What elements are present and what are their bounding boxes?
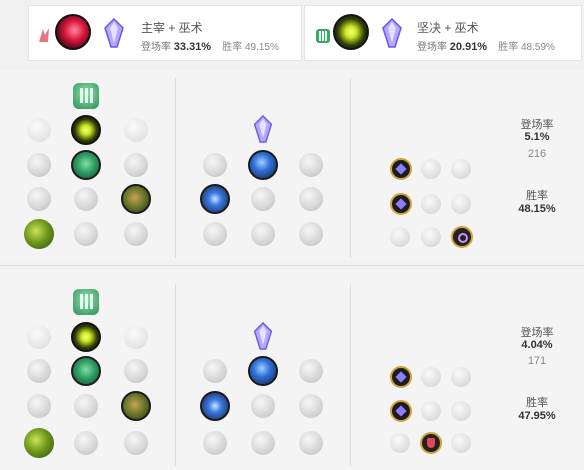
rune-page-card-domination-sorcery[interactable]: 主宰 + 巫术 登场率 33.31% 胜率 49.15% xyxy=(28,5,302,61)
win-rate-value: 49.15% xyxy=(245,42,279,53)
domination-small-icon xyxy=(37,26,51,44)
unflinching-rune-icon xyxy=(124,431,148,455)
nimbus-cloak-rune-icon xyxy=(299,359,323,383)
manaflow-band-rune-icon xyxy=(248,356,278,386)
transcendence-rune-icon xyxy=(200,391,230,421)
grasp-rune-icon xyxy=(27,325,51,349)
electrocute-icon xyxy=(55,14,91,50)
resolve-tree-icon xyxy=(73,289,99,315)
sorcery-crystal-icon xyxy=(381,18,403,48)
demolish-rune-icon xyxy=(27,153,51,177)
shield-bash-rune-icon xyxy=(124,359,148,383)
scorch-rune-icon xyxy=(203,222,227,246)
resolve-tree-icon xyxy=(73,83,99,109)
rune-page-card-resolve-sorcery[interactable]: 坚决 + 巫术 登场率 20.91% 胜率 48.59% xyxy=(304,5,582,61)
revitalize-rune-icon xyxy=(74,431,98,455)
adaptive-force-shard-icon xyxy=(390,158,412,180)
armor-shard-icon xyxy=(421,194,441,214)
pick-rate-value: 4.04% xyxy=(521,339,553,351)
font-of-life-rune-icon xyxy=(71,356,101,386)
transcendence-rune-icon xyxy=(200,184,230,214)
conditioning-rune-icon xyxy=(27,187,51,211)
pick-rate-value: 5.1% xyxy=(524,131,550,143)
ability-haste-shard-icon xyxy=(451,159,471,179)
celerity-rune-icon xyxy=(251,187,275,211)
adaptive-force-shard-icon xyxy=(390,366,412,388)
pick-rate-label: 登场率 xyxy=(520,119,554,131)
second-wind-rune-icon xyxy=(74,187,98,211)
card-stats: 登场率 33.31% 胜率 49.15% xyxy=(141,38,279,53)
card-title: 坚决 + 巫术 xyxy=(417,21,479,35)
scorch-rune-icon xyxy=(203,431,227,455)
card-title: 主宰 + 巫术 xyxy=(141,21,203,35)
pick-rate-label: 登场率 xyxy=(141,42,171,53)
overgrowth-rune-icon xyxy=(24,219,54,249)
pick-rate-label: 登场率 xyxy=(520,327,554,339)
waterwalking-rune-icon xyxy=(251,222,275,246)
adaptive-force-shard-icon xyxy=(390,400,412,422)
pick-rate-value: 20.91% xyxy=(449,41,488,53)
celerity-rune-icon xyxy=(251,394,275,418)
revitalize-rune-icon xyxy=(74,222,98,246)
aftershock-icon xyxy=(333,14,369,50)
attack-speed-shard-icon xyxy=(421,159,441,179)
win-rate-value: 47.95% xyxy=(518,410,556,422)
absolute-focus-rune-icon xyxy=(299,187,323,211)
games-count: 171 xyxy=(527,355,547,367)
armor-shard-icon xyxy=(421,227,441,247)
gathering-storm-rune-icon xyxy=(299,222,323,246)
section-divider xyxy=(0,265,584,266)
manaflow-band-rune-icon xyxy=(248,150,278,180)
magic-resist-shard-icon xyxy=(451,194,471,214)
waterwalking-rune-icon xyxy=(251,431,275,455)
rune-build-2[interactable]: 登场率 4.04% 171 胜率 47.95% xyxy=(0,270,584,470)
guardian-rune-icon xyxy=(124,118,148,142)
shield-bash-rune-icon xyxy=(124,153,148,177)
nimbus-cloak-rune-icon xyxy=(299,153,323,177)
magic-resist-shard-icon xyxy=(451,433,471,453)
grasp-rune-icon xyxy=(27,118,51,142)
nullifying-orb-rune-icon xyxy=(203,153,227,177)
conditioning-rune-icon xyxy=(27,394,51,418)
sorcery-tree-icon xyxy=(252,322,274,350)
health-shard-icon xyxy=(390,227,410,247)
second-wind-rune-icon xyxy=(74,394,98,418)
guardian-rune-icon xyxy=(124,325,148,349)
win-rate-label: 胜率 xyxy=(526,397,548,409)
gathering-storm-rune-icon xyxy=(299,431,323,455)
armor-shard-icon xyxy=(421,401,441,421)
sorcery-crystal-icon xyxy=(103,18,125,48)
font-of-life-rune-icon xyxy=(71,150,101,180)
magic-resist-shard-icon xyxy=(451,401,471,421)
pick-rate-value: 33.31% xyxy=(173,41,212,53)
aftershock-rune-icon xyxy=(71,322,101,352)
ability-haste-shard-icon xyxy=(451,367,471,387)
bone-plating-rune-icon xyxy=(121,184,151,214)
win-rate-value: 48.59% xyxy=(521,42,555,53)
armor-shard-icon xyxy=(420,432,442,454)
health-shard-icon xyxy=(390,433,410,453)
rune-build-1[interactable]: 登场率 5.1% 216 胜率 48.15% xyxy=(0,70,584,260)
win-rate-label: 胜率 xyxy=(526,190,548,202)
overgrowth-rune-icon xyxy=(24,428,54,458)
demolish-rune-icon xyxy=(27,359,51,383)
win-rate-label: 胜率 xyxy=(222,42,243,53)
absolute-focus-rune-icon xyxy=(299,394,323,418)
card-stats: 登场率 20.91% 胜率 48.59% xyxy=(417,38,555,53)
bone-plating-rune-icon xyxy=(121,391,151,421)
win-rate-value: 48.15% xyxy=(518,203,556,215)
games-count: 216 xyxy=(527,148,547,160)
pick-rate-label: 登场率 xyxy=(417,42,447,53)
adaptive-force-shard-icon xyxy=(390,193,412,215)
attack-speed-shard-icon xyxy=(421,367,441,387)
nullifying-orb-rune-icon xyxy=(203,359,227,383)
win-rate-label: 胜率 xyxy=(498,42,519,53)
magic-resist-shard-icon xyxy=(451,226,473,248)
resolve-small-icon xyxy=(315,26,331,44)
unflinching-rune-icon xyxy=(124,222,148,246)
sorcery-tree-icon xyxy=(252,115,274,143)
aftershock-rune-icon xyxy=(71,115,101,145)
